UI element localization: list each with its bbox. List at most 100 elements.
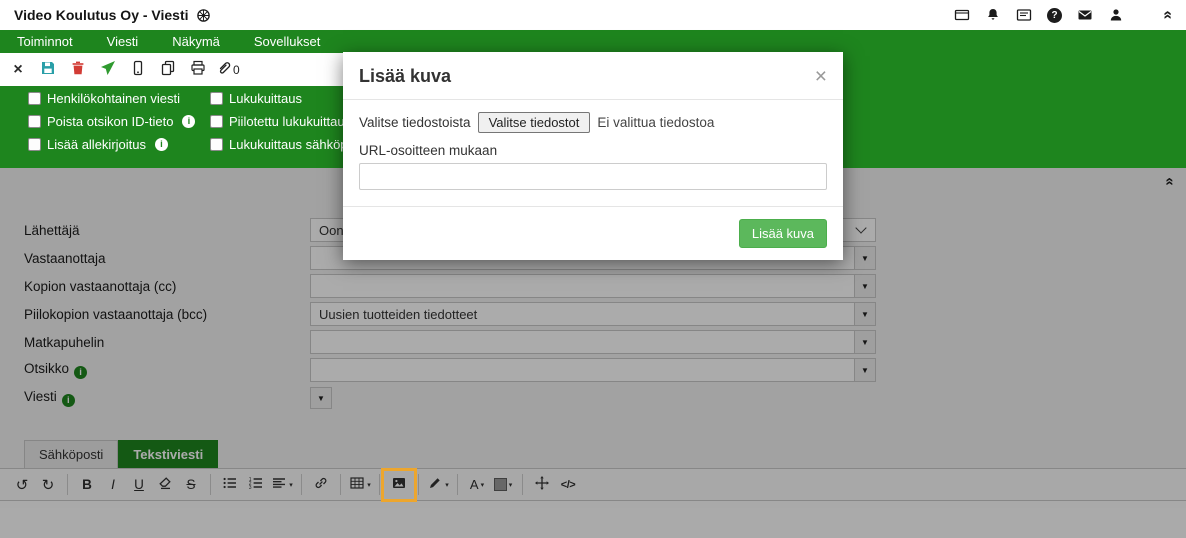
- dialog-body: Valitse tiedostoista Valitse tiedostot E…: [343, 100, 843, 206]
- checkbox[interactable]: [28, 92, 41, 105]
- help-icon[interactable]: ?: [1047, 8, 1062, 23]
- choose-files-button[interactable]: Valitse tiedostot: [478, 112, 591, 133]
- insert-link-button[interactable]: [308, 473, 334, 497]
- redo-button[interactable]: ↻: [35, 473, 61, 497]
- option-lukukuittaus[interactable]: Lukukuittaus: [210, 91, 351, 106]
- chevron-down-icon[interactable]: [855, 222, 866, 233]
- checkbox[interactable]: [210, 138, 223, 151]
- dropdown-arrow-icon: ▼: [861, 366, 869, 375]
- numbered-list-icon: 123: [248, 475, 264, 494]
- code-view-button[interactable]: </>: [555, 473, 581, 497]
- font-color-icon: A: [470, 477, 479, 492]
- font-color-button[interactable]: A ▾: [464, 473, 490, 497]
- print-button[interactable]: [186, 58, 210, 82]
- bcc-select[interactable]: Uusien tuotteiden tiedotteet ▼: [310, 302, 876, 326]
- checkbox[interactable]: [28, 138, 41, 151]
- link-icon: [313, 475, 329, 494]
- mobile-select[interactable]: ▼: [310, 330, 876, 354]
- field-label: Viestii: [24, 389, 310, 407]
- dropdown-arrow-icon: ▼: [861, 254, 869, 263]
- close-icon: ×: [815, 65, 827, 88]
- bold-button[interactable]: B: [74, 473, 100, 497]
- checkbox[interactable]: [28, 115, 41, 128]
- dropdown-button[interactable]: ▼: [854, 331, 875, 353]
- italic-button[interactable]: I: [100, 473, 126, 497]
- dialog-close-button[interactable]: ×: [815, 66, 827, 87]
- dropdown-button[interactable]: ▼: [854, 275, 875, 297]
- dropdown-button[interactable]: ▼: [854, 359, 875, 381]
- checkbox[interactable]: [210, 115, 223, 128]
- insert-image-button[interactable]: [386, 473, 412, 497]
- paper-plane-icon: [100, 60, 116, 79]
- delete-button[interactable]: [66, 58, 90, 82]
- move-button[interactable]: [529, 473, 555, 497]
- info-icon[interactable]: i: [155, 138, 168, 151]
- insert-table-button[interactable]: ▾: [347, 473, 373, 497]
- copy-button[interactable]: [156, 58, 180, 82]
- close-message-button[interactable]: ×: [6, 58, 30, 82]
- collapse-top-icon[interactable]: «: [1160, 11, 1176, 20]
- mail-icon[interactable]: [1077, 7, 1093, 23]
- collapse-form-icon[interactable]: «: [1162, 177, 1177, 185]
- dropdown-button[interactable]: ▼: [854, 303, 875, 325]
- svg-text:3: 3: [249, 485, 252, 491]
- channel-tabs: Sähköposti Tekstiviesti: [24, 440, 1186, 468]
- strikethrough-button[interactable]: S: [178, 473, 204, 497]
- numbered-list-button[interactable]: 123: [243, 473, 269, 497]
- caret-down-icon: ▾: [367, 481, 371, 489]
- options-checkboxes: Henkilökohtainen viesti Lukukuittaus Poi…: [28, 91, 351, 152]
- info-icon[interactable]: i: [62, 394, 75, 407]
- file-picker-label: Valitse tiedostoista: [359, 115, 471, 130]
- option-label: Piilotettu lukukuittaus: [229, 114, 351, 129]
- dialog-title: Lisää kuva: [359, 66, 451, 87]
- user-icon[interactable]: [1108, 7, 1124, 23]
- mobile-button[interactable]: [126, 58, 150, 82]
- option-henkilokohtainen-viesti[interactable]: Henkilökohtainen viesti: [28, 91, 210, 106]
- bullet-list-button[interactable]: [217, 473, 243, 497]
- compass-icon: [196, 8, 211, 23]
- clear-formatting-button[interactable]: [152, 473, 178, 497]
- field-label: Piilokopion vastaanottaja (bcc): [24, 307, 310, 322]
- display-icon[interactable]: [954, 7, 970, 23]
- copy-icon: [160, 60, 176, 79]
- dialog-footer: Lisää kuva: [343, 206, 843, 260]
- tab-tekstiviesti[interactable]: Tekstiviesti: [118, 440, 218, 468]
- menu-item-viesti[interactable]: Viesti: [90, 34, 156, 49]
- background-color-button[interactable]: ▾: [490, 473, 516, 497]
- align-button[interactable]: ▾: [269, 473, 295, 497]
- field-label: Otsikkoi: [24, 361, 310, 379]
- checkbox[interactable]: [210, 92, 223, 105]
- info-icon[interactable]: i: [74, 366, 87, 379]
- caret-down-icon: ▾: [289, 481, 293, 489]
- option-lukukuittaus-sahkopostiin[interactable]: Lukukuittaus sähköp: [210, 137, 351, 152]
- dropdown-arrow-icon: ▼: [861, 310, 869, 319]
- message-template-dropdown[interactable]: ▼: [310, 387, 332, 409]
- calendar-icon[interactable]: [1016, 7, 1032, 23]
- field-label: Kopion vastaanottaja (cc): [24, 279, 310, 294]
- toolbar-separator: [379, 474, 380, 495]
- save-button[interactable]: [36, 58, 60, 82]
- bell-icon[interactable]: [985, 7, 1001, 23]
- send-button[interactable]: [96, 58, 120, 82]
- cc-select[interactable]: ▼: [310, 274, 876, 298]
- insert-image-submit-button[interactable]: Lisää kuva: [739, 219, 827, 248]
- editor-content-area[interactable]: [0, 501, 1186, 538]
- menu-item-sovellukset[interactable]: Sovellukset: [237, 34, 337, 49]
- draw-button[interactable]: ▾: [425, 473, 451, 497]
- info-icon[interactable]: i: [182, 115, 195, 128]
- option-poista-otsikon-id-tieto[interactable]: Poista otsikon ID-tieto i: [28, 114, 210, 129]
- image-url-input[interactable]: [359, 163, 827, 190]
- menu-item-nakyma[interactable]: Näkymä: [155, 34, 237, 49]
- mobile-phone-icon: [130, 60, 146, 79]
- dropdown-button[interactable]: ▼: [854, 247, 875, 269]
- menu-item-toiminnot[interactable]: Toiminnot: [0, 34, 90, 49]
- caret-down-icon: ▾: [481, 481, 485, 489]
- attachments-button[interactable]: 0: [216, 58, 240, 82]
- tab-sahkoposti[interactable]: Sähköposti: [24, 440, 118, 468]
- option-lisaa-allekirjoitus[interactable]: Lisää allekirjoitus i: [28, 137, 210, 152]
- undo-button[interactable]: ↺: [9, 473, 35, 497]
- url-label: URL-osoitteen mukaan: [359, 143, 827, 158]
- underline-button[interactable]: U: [126, 473, 152, 497]
- subject-select[interactable]: ▼: [310, 358, 876, 382]
- option-piilotettu-lukukuittaus[interactable]: Piilotettu lukukuittaus: [210, 114, 351, 129]
